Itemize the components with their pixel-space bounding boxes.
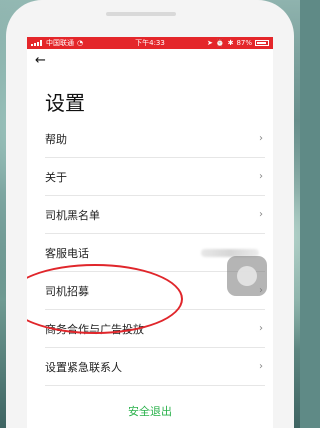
menu-item-emergency-contact[interactable]: 设置紧急联系人 ›	[45, 348, 265, 386]
chevron-right-icon: ›	[259, 361, 263, 372]
assistive-touch-button[interactable]	[227, 256, 267, 296]
chevron-right-icon: ›	[259, 209, 263, 220]
arrow-left-icon[interactable]: ←	[35, 53, 46, 68]
chevron-right-icon: ›	[259, 171, 263, 182]
chevron-right-icon: ›	[259, 323, 263, 334]
menu-item-label: 客服电话	[45, 246, 89, 260]
settings-menu: 帮助 › 关于 › 司机黑名单 › 客服电话 司机招募 › 商务合作与广告投放 …	[45, 120, 265, 386]
logout-button[interactable]: 安全退出	[27, 403, 273, 419]
app-screen: 中国联通 ◔ 下午4:33 ➤ ⏰ ✱ 87% ← 设置 帮助 › 关于 › 司…	[27, 37, 273, 428]
alarm-icon: ⏰	[215, 39, 225, 47]
menu-item-label: 帮助	[45, 132, 67, 146]
battery-percent: 87%	[236, 39, 252, 47]
chevron-right-icon: ›	[259, 133, 263, 144]
carrier-name: 中国联通	[46, 39, 74, 47]
wifi-icon: ◔	[77, 39, 84, 47]
menu-item-help[interactable]: 帮助 ›	[45, 120, 265, 158]
bluetooth-icon: ✱	[227, 39, 234, 47]
clock: 下午4:33	[135, 39, 165, 47]
status-bar: 中国联通 ◔ 下午4:33 ➤ ⏰ ✱ 87%	[27, 37, 273, 49]
menu-item-label: 司机黑名单	[45, 208, 100, 222]
location-icon: ➤	[206, 39, 213, 47]
menu-item-about[interactable]: 关于 ›	[45, 158, 265, 196]
signal-icon	[31, 40, 43, 46]
menu-item-label: 设置紧急联系人	[45, 360, 122, 374]
menu-item-driver-blacklist[interactable]: 司机黑名单 ›	[45, 196, 265, 234]
speaker-grille	[106, 12, 176, 16]
battery-icon	[255, 40, 269, 46]
menu-item-label: 关于	[45, 170, 67, 184]
page-title: 设置	[45, 91, 85, 115]
